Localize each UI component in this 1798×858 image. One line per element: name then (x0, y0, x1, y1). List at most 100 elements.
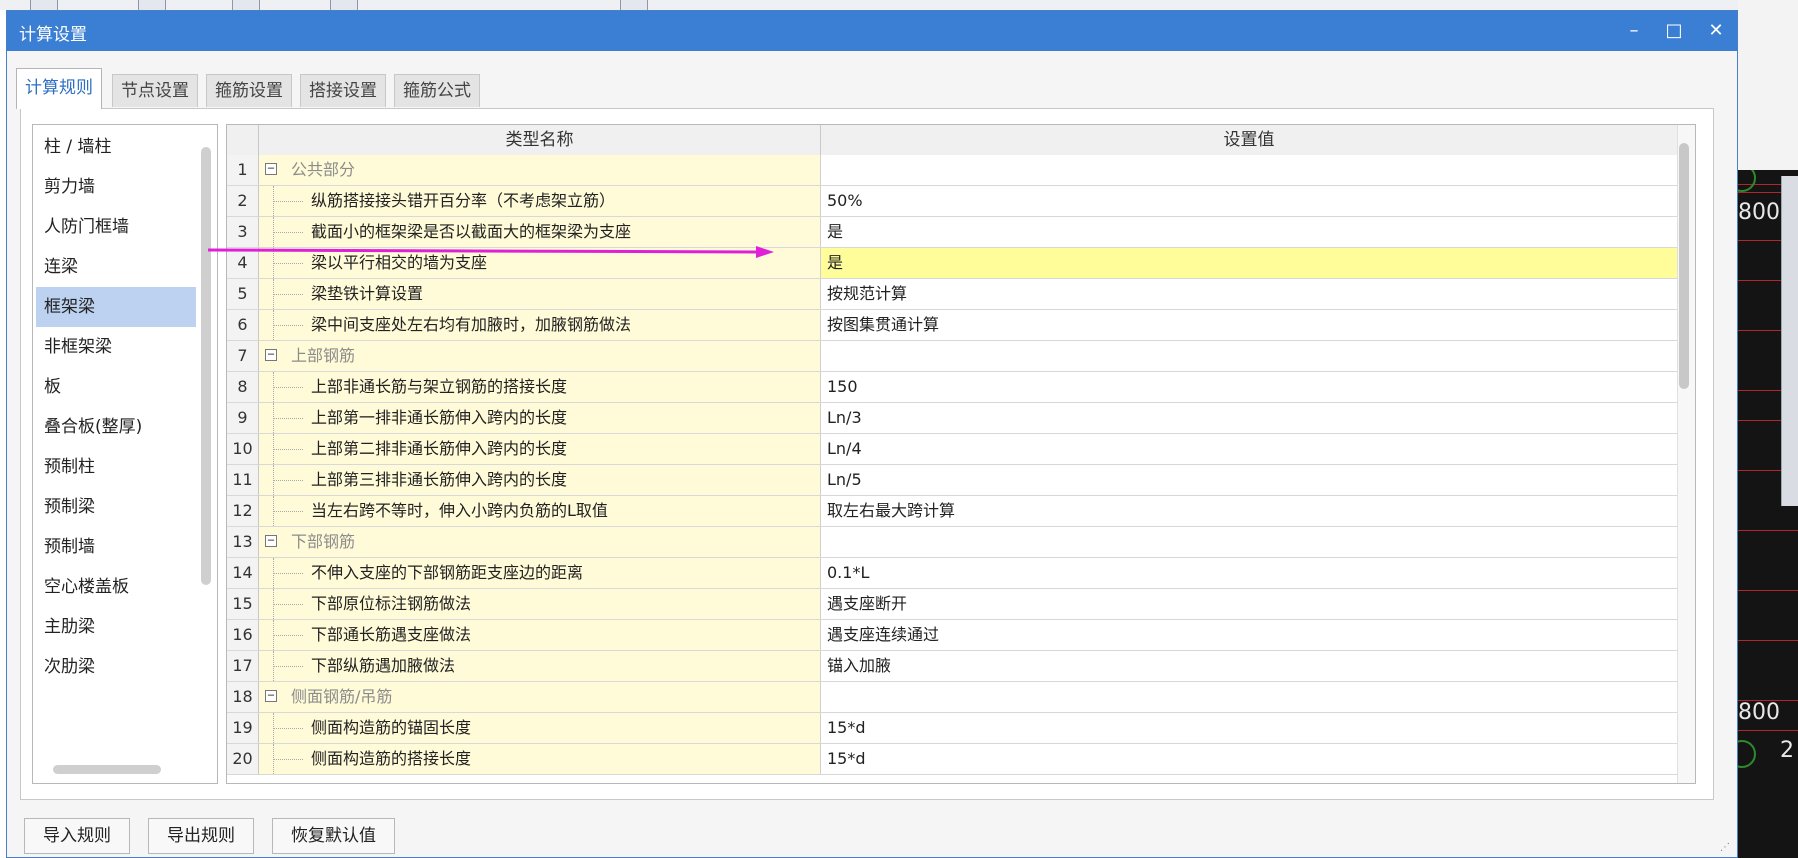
group-row[interactable]: 7− 上部钢筋 (227, 341, 1677, 372)
row-number: 1 (227, 155, 259, 185)
type-name-label: 上部第一排非通长筋伸入跨内的长度 (311, 408, 568, 427)
table-row[interactable]: 20 侧面构造筋的搭接长度 15*d (227, 744, 1677, 775)
setting-value-cell[interactable]: 15*d (821, 713, 1677, 743)
table-row[interactable]: 10 上部第二排非通长筋伸入跨内的长度 Ln/4 (227, 434, 1677, 465)
tab-lap-settings[interactable]: 搭接设置 (300, 74, 386, 107)
sidebar-item-civil-defense-door-wall[interactable]: 人防门框墙 (36, 207, 196, 247)
sidebar-item-slab[interactable]: 板 (36, 367, 196, 407)
sidebar-item-precast-column[interactable]: 预制柱 (36, 447, 196, 487)
setting-value-cell[interactable] (821, 682, 1677, 712)
setting-value-cell[interactable]: 是 (821, 217, 1677, 247)
cad-dimension-label: 800 (1738, 200, 1780, 225)
category-list[interactable]: 柱 / 墙柱 剪力墙 人防门框墙 连梁 框架梁 非框架梁 板 叠合板(整厚) 预… (32, 124, 218, 784)
table-row[interactable]: 11 上部第三排非通长筋伸入跨内的长度 Ln/5 (227, 465, 1677, 496)
sidebar-item-shear-wall[interactable]: 剪力墙 (36, 167, 196, 207)
tab-stirrup-settings[interactable]: 箍筋设置 (206, 74, 292, 107)
setting-value-cell[interactable]: Ln/3 (821, 403, 1677, 433)
tree-line (273, 387, 303, 389)
tree-line (273, 449, 303, 451)
sidebar-item-non-frame-beam[interactable]: 非框架梁 (36, 327, 196, 367)
type-name-label: 侧面构造筋的锚固长度 (311, 718, 472, 737)
type-name-label: 下部原位标注钢筋做法 (311, 594, 472, 613)
setting-value-cell[interactable]: 是 (821, 248, 1677, 278)
sidebar-item-column[interactable]: 柱 / 墙柱 (36, 127, 196, 167)
vertical-scrollbar[interactable] (1679, 143, 1689, 389)
sidebar-item-composite-slab[interactable]: 叠合板(整厚) (36, 407, 196, 447)
sidebar-item-frame-beam[interactable]: 框架梁 (36, 287, 196, 327)
horizontal-scrollbar[interactable] (53, 765, 161, 774)
table-row[interactable]: 9 上部第一排非通长筋伸入跨内的长度 Ln/3 (227, 403, 1677, 434)
import-rules-button[interactable]: 导入规则 (24, 818, 130, 854)
table-row[interactable]: 16 下部通长筋遇支座做法 遇支座连续通过 (227, 620, 1677, 651)
sidebar-item-secondary-rib-beam[interactable]: 次肋梁 (36, 647, 196, 687)
setting-value-cell[interactable]: 按规范计算 (821, 279, 1677, 309)
row-number: 11 (227, 465, 259, 495)
type-name-label: 当左右跨不等时，伸入小跨内负筋的L取值 (311, 501, 608, 520)
type-name-cell: 纵筋搭接接头错开百分率（不考虑架立筋） (259, 186, 821, 216)
type-name-cell: − 公共部分 (259, 155, 821, 185)
table-row[interactable]: 6 梁中间支座处左右均有加腋时，加腋钢筋做法 按图集贯通计算 (227, 310, 1677, 341)
collapse-icon[interactable]: − (265, 534, 277, 547)
tab-stirrup-formula[interactable]: 箍筋公式 (394, 74, 480, 107)
group-row[interactable]: 18− 侧面钢筋/吊筋 (227, 682, 1677, 713)
table-row[interactable]: 17 下部纵筋遇加腋做法 锚入加腋 (227, 651, 1677, 682)
collapse-icon[interactable]: − (265, 689, 277, 702)
tree-line (273, 604, 303, 606)
setting-value-cell[interactable]: 遇支座连续通过 (821, 620, 1677, 650)
restore-defaults-button[interactable]: 恢复默认值 (272, 818, 395, 854)
tab-calc-rules[interactable]: 计算规则 (16, 68, 102, 109)
setting-value-cell[interactable]: 取左右最大跨计算 (821, 496, 1677, 526)
sidebar-item-precast-beam[interactable]: 预制梁 (36, 487, 196, 527)
background-toolbar (0, 0, 1798, 11)
table-row[interactable]: 19 侧面构造筋的锚固长度 15*d (227, 713, 1677, 744)
type-name-cell: 下部通长筋遇支座做法 (259, 620, 821, 650)
setting-value-cell[interactable]: 0.1*L (821, 558, 1677, 588)
close-button[interactable]: ✕ (1701, 17, 1731, 45)
group-row[interactable]: 13− 下部钢筋 (227, 527, 1677, 558)
collapse-icon[interactable]: − (265, 348, 277, 361)
type-name-label: 上部钢筋 (291, 346, 356, 365)
setting-value-cell[interactable]: 锚入加腋 (821, 651, 1677, 681)
tree-line (273, 666, 303, 668)
maximize-button[interactable]: □ (1659, 17, 1689, 45)
side-toolbar[interactable] (1781, 176, 1798, 506)
table-row[interactable]: 2 纵筋搭接接头错开百分率（不考虑架立筋） 50% (227, 186, 1677, 217)
type-name-cell: 当左右跨不等时，伸入小跨内负筋的L取值 (259, 496, 821, 526)
collapse-icon[interactable]: − (265, 162, 277, 175)
setting-value-cell[interactable] (821, 155, 1677, 185)
table-row[interactable]: 15 下部原位标注钢筋做法 遇支座断开 (227, 589, 1677, 620)
table-row[interactable]: 14 不伸入支座的下部钢筋距支座边的距离 0.1*L (227, 558, 1677, 589)
sidebar-item-coupling-beam[interactable]: 连梁 (36, 247, 196, 287)
setting-value-cell[interactable] (821, 527, 1677, 557)
type-name-cell: 梁中间支座处左右均有加腋时，加腋钢筋做法 (259, 310, 821, 340)
export-rules-button[interactable]: 导出规则 (148, 818, 254, 854)
setting-value-cell[interactable]: 50% (821, 186, 1677, 216)
annotation-arrow (208, 246, 774, 258)
setting-value-cell[interactable]: 按图集贯通计算 (821, 310, 1677, 340)
cad-axis-label: 2 (1780, 738, 1794, 763)
sidebar-item-main-rib-beam[interactable]: 主肋梁 (36, 607, 196, 647)
row-number: 5 (227, 279, 259, 309)
group-row[interactable]: 1− 公共部分 (227, 155, 1677, 186)
sidebar-item-hollow-floor-slab[interactable]: 空心楼盖板 (36, 567, 196, 607)
tab-node-settings[interactable]: 节点设置 (112, 74, 198, 107)
setting-value-cell[interactable]: Ln/5 (821, 465, 1677, 495)
table-row[interactable]: 12 当左右跨不等时，伸入小跨内负筋的L取值 取左右最大跨计算 (227, 496, 1677, 527)
sidebar-item-precast-wall[interactable]: 预制墙 (36, 527, 196, 567)
dialog-titlebar[interactable]: 计算设置 – □ ✕ (7, 11, 1737, 51)
row-number: 8 (227, 372, 259, 402)
type-name-cell: − 侧面钢筋/吊筋 (259, 682, 821, 712)
row-number: 20 (227, 744, 259, 774)
type-name-cell: 不伸入支座的下部钢筋距支座边的距离 (259, 558, 821, 588)
table-row[interactable]: 8 上部非通长筋与架立钢筋的搭接长度 150 (227, 372, 1677, 403)
setting-value-cell[interactable]: 遇支座断开 (821, 589, 1677, 619)
setting-value-cell[interactable]: Ln/4 (821, 434, 1677, 464)
resize-grip-icon[interactable]: ⋰ (1720, 842, 1730, 853)
tree-line (273, 263, 303, 265)
setting-value-cell[interactable]: 15*d (821, 744, 1677, 774)
setting-value-cell[interactable]: 150 (821, 372, 1677, 402)
minimize-button[interactable]: – (1619, 17, 1649, 45)
vertical-scrollbar[interactable] (201, 147, 211, 585)
table-row[interactable]: 5 梁垫铁计算设置 按规范计算 (227, 279, 1677, 310)
setting-value-cell[interactable] (821, 341, 1677, 371)
